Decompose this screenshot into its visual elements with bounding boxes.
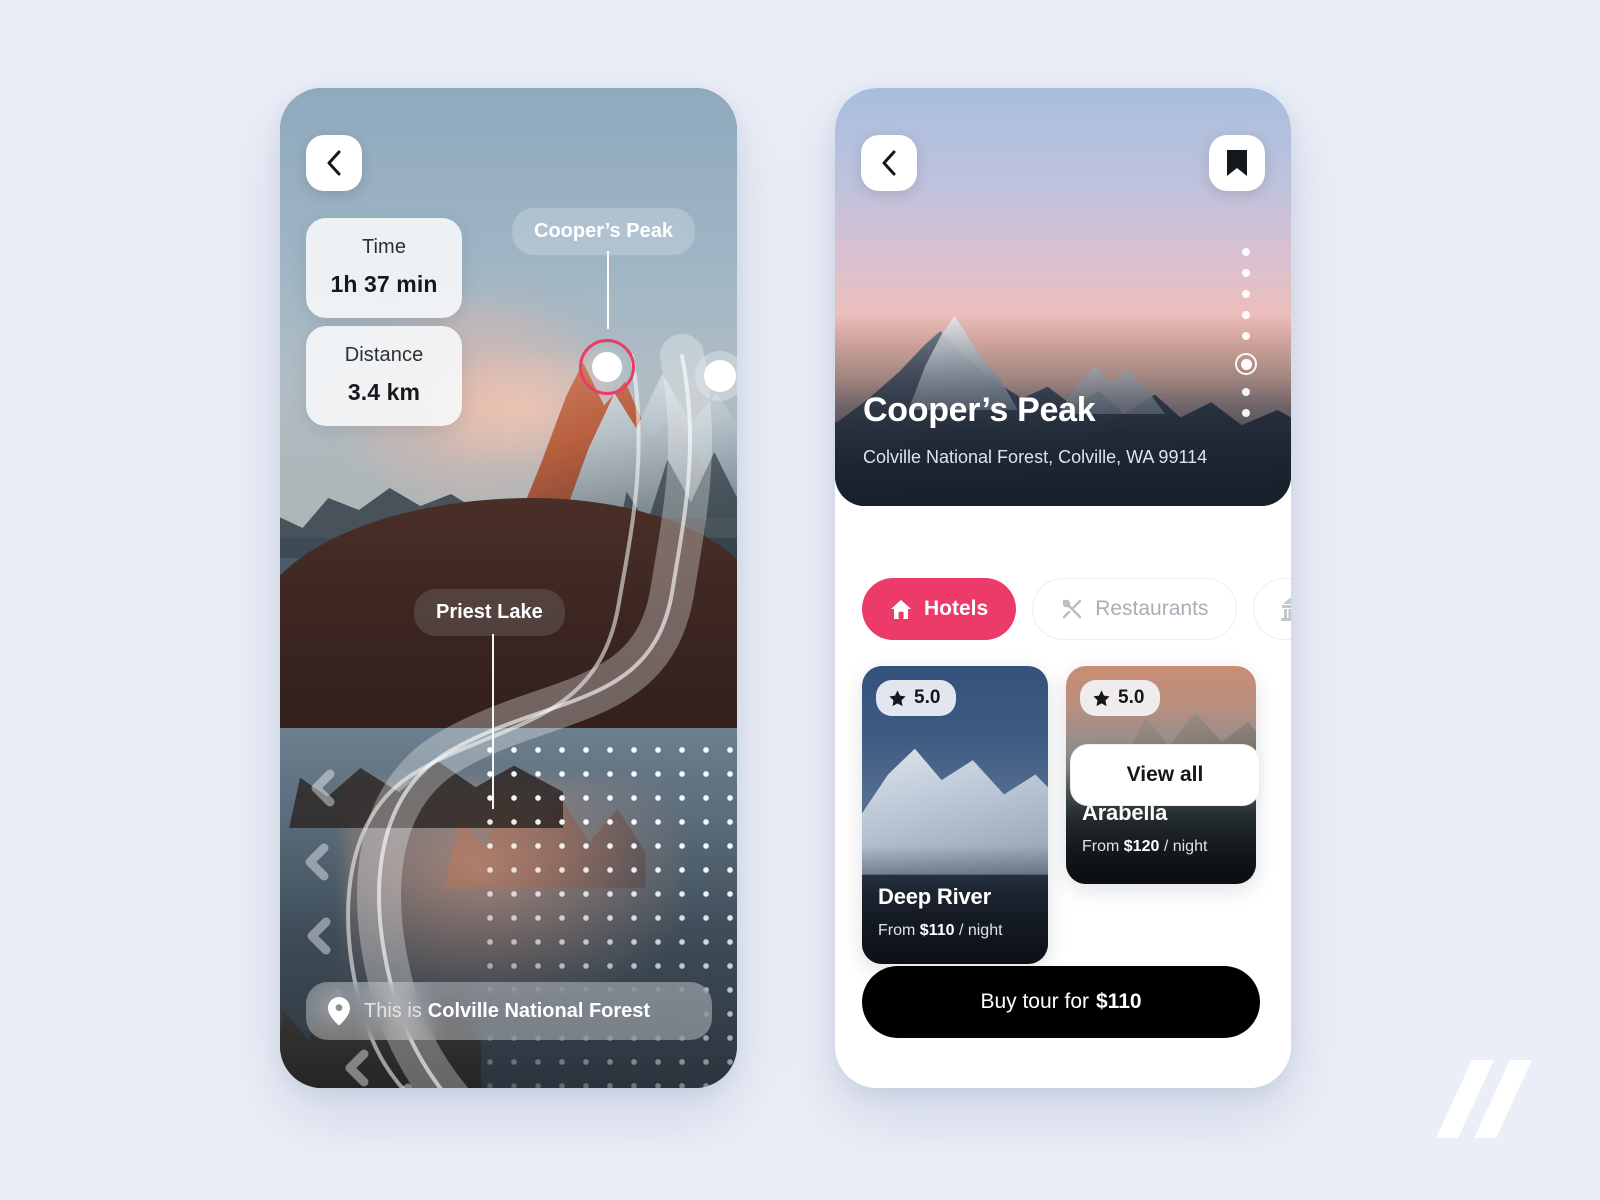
hotel-price-prefix: From bbox=[878, 922, 916, 939]
waypoint-label-coopers-peak[interactable]: Cooper’s Peak bbox=[512, 208, 695, 255]
filter-chip-landmarks[interactable] bbox=[1253, 578, 1291, 640]
waypoint-marker-active[interactable] bbox=[579, 339, 635, 395]
map-pin-icon bbox=[328, 997, 350, 1025]
hotel-rating-value: 5.0 bbox=[1118, 687, 1145, 708]
current-location-text: This is Colville National Forest bbox=[364, 1000, 650, 1023]
hotel-price: From $120 / night bbox=[1082, 838, 1207, 856]
buy-tour-button[interactable]: Buy tour for $110 bbox=[862, 966, 1260, 1038]
hotel-rating-value: 5.0 bbox=[914, 687, 941, 708]
waypoint-connector-coopers-peak bbox=[607, 251, 609, 329]
hotel-price: From $110 / night bbox=[878, 922, 1003, 940]
back-arrow-icon bbox=[327, 150, 341, 176]
carousel-dot[interactable] bbox=[1242, 248, 1250, 256]
hotel-card-list: 5.0 Deep River From $110 / night 5.0 Ara… bbox=[862, 666, 1256, 964]
star-icon bbox=[889, 689, 906, 706]
hotel-price-suffix: / night bbox=[958, 922, 1003, 939]
detail-content-panel: Hotels Restaurants 5.0 Deep River From $… bbox=[835, 506, 1291, 1088]
filter-chip-hotels[interactable]: Hotels bbox=[862, 578, 1017, 640]
stat-label-time: Time bbox=[361, 236, 407, 258]
carousel-dot[interactable] bbox=[1242, 332, 1250, 340]
category-filter-row[interactable]: Hotels Restaurants bbox=[862, 578, 1291, 640]
stat-value-time: 1h 37 min bbox=[330, 271, 438, 297]
hotel-name: Deep River bbox=[878, 884, 991, 909]
location-place: Colville National Forest bbox=[427, 999, 651, 1022]
bookmark-icon bbox=[1227, 150, 1247, 176]
hotel-rating-badge: 5.0 bbox=[876, 680, 957, 716]
hotel-card[interactable]: 5.0 Deep River From $110 / night bbox=[862, 666, 1048, 964]
phone-right-place-detail: Cooper’s Peak Colville National Forest, … bbox=[835, 88, 1291, 1088]
stat-label-distance: Distance bbox=[344, 344, 424, 366]
filter-chip-restaurants-label: Restaurants bbox=[1095, 597, 1209, 620]
carousel-dot[interactable] bbox=[1242, 409, 1250, 417]
carousel-dot-active[interactable] bbox=[1235, 353, 1257, 375]
phone-left-route-map: Time 1h 37 min Distance 3.4 km Cooper’s … bbox=[280, 88, 737, 1088]
filter-chip-hotels-label: Hotels bbox=[924, 597, 989, 620]
hotel-price-value: $110 bbox=[919, 922, 955, 939]
place-title: Cooper’s Peak bbox=[863, 391, 1096, 429]
hotel-price-value: $120 bbox=[1123, 838, 1160, 855]
buy-tour-label: Buy tour for bbox=[980, 990, 1089, 1013]
carousel-dot[interactable] bbox=[1242, 388, 1250, 396]
hero-carousel-dots[interactable] bbox=[1235, 248, 1257, 417]
cutlery-icon bbox=[1062, 599, 1082, 619]
landmark-icon bbox=[1281, 598, 1291, 621]
back-button-left[interactable] bbox=[306, 135, 362, 191]
home-icon bbox=[891, 599, 911, 619]
hotel-price-prefix: From bbox=[1082, 838, 1120, 855]
stat-card-distance: Distance 3.4 km bbox=[306, 326, 462, 426]
stat-value-distance: 3.4 km bbox=[347, 379, 421, 405]
canvas: Time 1h 37 min Distance 3.4 km Cooper’s … bbox=[0, 0, 1600, 1200]
carousel-dot[interactable] bbox=[1242, 311, 1250, 319]
carousel-dot[interactable] bbox=[1242, 290, 1250, 298]
double-slash-logo bbox=[1436, 1060, 1532, 1138]
hotel-price-suffix: / night bbox=[1163, 838, 1208, 855]
view-all-button[interactable]: View all bbox=[1070, 744, 1260, 806]
hero-image-card[interactable]: Cooper’s Peak Colville National Forest, … bbox=[835, 88, 1291, 506]
waypoint-connector-priest-lake bbox=[492, 634, 494, 809]
stat-card-time: Time 1h 37 min bbox=[306, 218, 462, 318]
bookmark-button[interactable] bbox=[1209, 135, 1265, 191]
filter-chip-restaurants[interactable]: Restaurants bbox=[1032, 578, 1238, 640]
carousel-dot[interactable] bbox=[1242, 269, 1250, 277]
waypoint-marker-secondary[interactable] bbox=[704, 360, 736, 392]
place-address: Colville National Forest, Colville, WA 9… bbox=[863, 447, 1208, 467]
back-button-right[interactable] bbox=[861, 135, 917, 191]
star-icon bbox=[1093, 689, 1110, 706]
location-prefix: This is bbox=[364, 999, 422, 1022]
current-location-bar[interactable]: This is Colville National Forest bbox=[306, 982, 712, 1040]
back-arrow-icon bbox=[882, 150, 896, 176]
hotel-rating-badge: 5.0 bbox=[1080, 680, 1161, 716]
buy-tour-price: $110 bbox=[1096, 990, 1142, 1013]
waypoint-label-priest-lake[interactable]: Priest Lake bbox=[414, 589, 565, 636]
